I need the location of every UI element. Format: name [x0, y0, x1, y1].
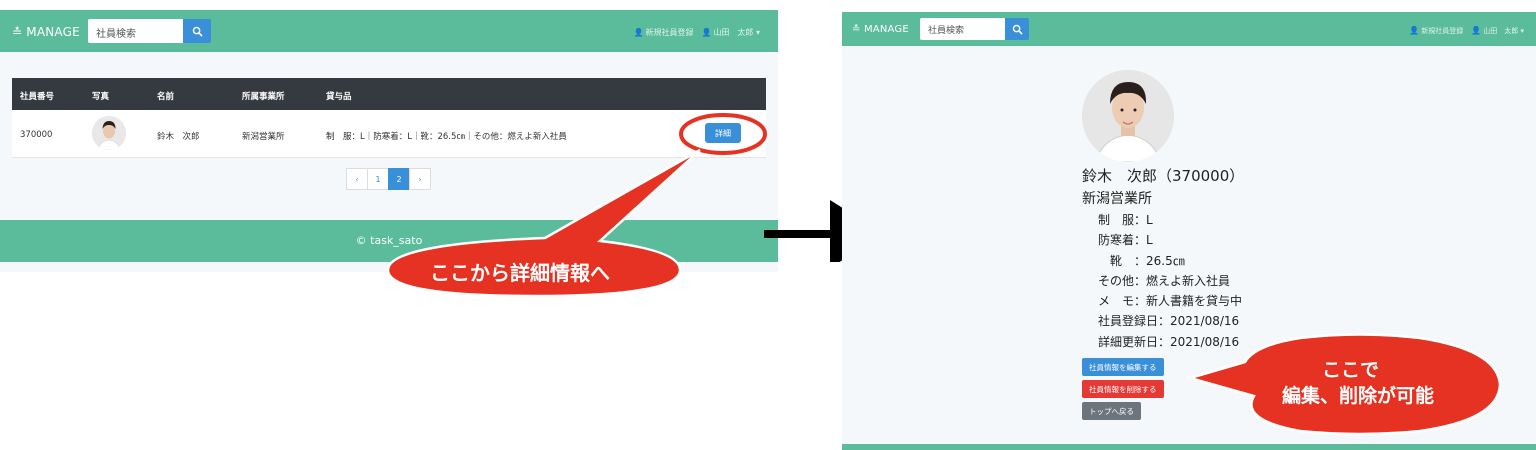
register-link-label: 新規社員登録	[645, 28, 694, 37]
search-input[interactable]: 社員検索	[920, 18, 1006, 40]
register-link-label: 新規社員登録	[1421, 27, 1464, 35]
nav-links: 👤 新規社員登録 👤 山田 太郎 ▾	[1409, 26, 1524, 36]
header-photo: 写真	[92, 92, 110, 102]
detail-coat: 防寒着：L	[1098, 233, 1153, 248]
employee-name-heading: 鈴木 次郎（370000）	[1082, 167, 1245, 185]
edit-callout-line2: 編集、削除が可能	[1282, 385, 1435, 407]
user-plus-icon: 👤	[1409, 26, 1420, 35]
edit-callout-line1: ここで	[1322, 359, 1380, 381]
search-icon	[1012, 24, 1023, 35]
chevron-down-icon: ▾	[1520, 27, 1524, 35]
detail-other: その他：燃えよ新入社員	[1098, 273, 1231, 288]
footer-bar	[842, 444, 1536, 450]
employee-name: 鈴木 次郎	[157, 132, 200, 142]
detail-callout-text: ここから詳細情報へ	[430, 261, 610, 285]
user-menu-label: 山田 太郎	[1483, 27, 1519, 35]
header-name: 名前	[157, 92, 175, 102]
search-button[interactable]	[183, 19, 211, 43]
detail-shoes: 靴 ：26.5㎝	[1098, 253, 1185, 268]
header-items: 貸与品	[326, 92, 352, 102]
search-icon	[192, 26, 203, 37]
footer: © task_sato	[0, 220, 778, 262]
employee-office: 新潟営業所	[1082, 191, 1152, 207]
pagination-next[interactable]: ›	[409, 168, 431, 190]
detail-registered-date: 社員登録日：2021/08/16	[1098, 314, 1240, 329]
detail-updated-date: 詳細更新日：2021/08/16	[1098, 334, 1240, 349]
nav-links: 👤 新規社員登録 👤 山田 太郎 ▾	[634, 27, 761, 38]
delete-button[interactable]: 社員情報を削除する	[1082, 380, 1164, 398]
back-button[interactable]: トップへ戻る	[1082, 402, 1141, 420]
chevron-down-icon: ▾	[755, 28, 760, 37]
employee-number: 370000	[20, 130, 53, 140]
register-link[interactable]: 👤 新規社員登録	[1409, 26, 1463, 36]
pagination-prev[interactable]: ‹	[346, 168, 368, 190]
employee-office: 新潟営業所	[242, 132, 285, 142]
brand-logo[interactable]: ≛ MANAGE	[12, 25, 80, 39]
table-header: 社員番号 写真 名前 所属事業所 貸与品	[12, 78, 766, 110]
register-link[interactable]: 👤 新規社員登録	[634, 27, 694, 38]
navbar: ≛ MANAGE 社員検索 👤 新規社員登録 👤 山田 太郎 ▾	[0, 10, 778, 52]
edit-button[interactable]: 社員情報を編集する	[1082, 358, 1164, 376]
pagination-page-1[interactable]: 1	[367, 168, 389, 190]
user-edit-icon: 👤	[701, 28, 712, 37]
employee-details: 制 服：L 防寒着：L 靴 ：26.5㎝ その他：燃えよ新入社員 メ モ：新人書…	[1098, 210, 1242, 352]
avatar	[1082, 70, 1174, 162]
list-page-screenshot: ≛ MANAGE 社員検索 👤 新規社員登録 👤 山田 太郎 ▾ 社員番号 写真 名…	[0, 10, 778, 272]
user-menu[interactable]: 👤 山田 太郎 ▾	[701, 27, 760, 38]
pagination: ‹ 1 2 ›	[346, 168, 431, 190]
user-edit-icon: 👤	[1471, 26, 1482, 35]
detail-button[interactable]: 詳細	[705, 123, 741, 143]
employee-table: 社員番号 写真 名前 所属事業所 貸与品 370000 鈴木 次郎 新潟営業所 …	[12, 78, 766, 158]
navbar: ≛ MANAGE 社員検索 👤 新規社員登録 👤 山田 太郎 ▾	[842, 12, 1536, 46]
search-input[interactable]: 社員検索	[88, 19, 184, 43]
employee-items: 制 服：L｜防寒着：L｜靴：26.5㎝｜その他：燃えよ新入社員	[326, 132, 567, 142]
header-employee-number: 社員番号	[20, 92, 55, 102]
avatar	[92, 116, 126, 150]
table-row: 370000 鈴木 次郎 新潟営業所 制 服：L｜防寒着：L｜靴：26.5㎝｜そ…	[12, 110, 766, 158]
brand-logo[interactable]: ≛ MANAGE	[852, 24, 909, 35]
user-plus-icon: 👤	[633, 28, 644, 37]
header-office: 所属事業所	[242, 92, 285, 102]
user-menu[interactable]: 👤 山田 太郎 ▾	[1471, 26, 1524, 36]
user-menu-label: 山田 太郎	[713, 28, 754, 37]
detail-uniform: 制 服：L	[1098, 213, 1153, 227]
detail-memo: メ モ：新人書籍を貸与中	[1098, 294, 1243, 309]
search-button[interactable]	[1005, 18, 1029, 40]
pagination-page-2[interactable]: 2	[388, 168, 410, 190]
